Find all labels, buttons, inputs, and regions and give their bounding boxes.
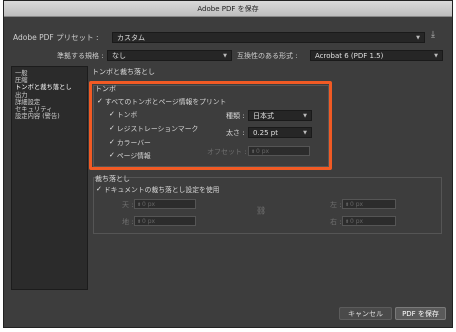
bleed-top-field[interactable]: ⬍0 px <box>134 199 196 209</box>
standard-label: 準拠する規格 : <box>57 52 104 60</box>
compat-row: 互換性のある形式 : <box>237 51 298 61</box>
save-pdf-button[interactable]: PDF を保存 <box>395 307 446 320</box>
bleed-right-row: 右 : <box>330 217 342 227</box>
save-pdf-dialog: Adobe PDF を保存 Adobe PDF プリセット : カスタム ▼ ⤓… <box>3 0 453 328</box>
bleed-right-label: 右 : <box>330 218 342 226</box>
bleed-bottom-field[interactable]: ⬍0 px <box>134 216 196 226</box>
compat-value: Acrobat 6 (PDF 1.5) <box>315 52 384 60</box>
compat-select[interactable]: Acrobat 6 (PDF 1.5) ▼ <box>310 50 443 61</box>
checkmark-icon: ✓ <box>96 185 102 193</box>
bleed-top-value: 0 px <box>142 201 156 208</box>
use-doc-bleed-label: ドキュメントの裁ち落とし設定を使用 <box>103 186 220 194</box>
bleed-top-label: 天 : <box>122 201 134 209</box>
window-title: Adobe PDF を保存 <box>4 1 452 17</box>
bleed-title: 裁ち落とし <box>95 175 130 183</box>
bleed-right-value: 0 px <box>350 218 364 225</box>
chevron-down-icon: ▼ <box>434 53 438 59</box>
preset-select[interactable]: カスタム ▼ <box>112 32 425 43</box>
bleed-bottom-label: 地 : <box>122 218 134 226</box>
use-doc-bleed-checkbox[interactable]: ✓ ドキュメントの裁ち落とし設定を使用 <box>96 184 219 194</box>
compat-label: 互換性のある形式 : <box>237 52 298 60</box>
bleed-bottom-value: 0 px <box>142 218 156 225</box>
preset-row: Adobe PDF プリセット : <box>13 32 99 43</box>
chevron-down-icon: ▼ <box>223 53 227 59</box>
category-list: 一般 圧縮 トンボと裁ち落とし 出力 詳細設定 セキュリティ 設定内容 (警告) <box>11 66 88 290</box>
preset-value: カスタム <box>117 34 145 42</box>
highlight-box <box>89 81 332 170</box>
bleed-left-value: 0 px <box>350 201 364 208</box>
sidebar-item-summary[interactable]: 設定内容 (警告) <box>15 113 84 120</box>
bleed-left-label: 左 : <box>330 201 342 209</box>
bleed-left-field[interactable]: ⬍0 px <box>342 199 396 209</box>
preset-label: Adobe PDF プリセット : <box>13 33 99 42</box>
chevron-down-icon: ▼ <box>416 35 420 41</box>
cancel-button[interactable]: キャンセル <box>339 307 392 320</box>
sidebar-item-marks-bleeds[interactable]: トンボと裁ち落とし <box>15 84 84 91</box>
bleed-bottom-row: 地 : <box>122 217 134 227</box>
sidebar-item-output[interactable]: 出力 <box>15 92 84 99</box>
bleed-top-row: 天 : <box>122 200 134 210</box>
bleed-left-row: 左 : <box>330 200 342 210</box>
bleed-right-field[interactable]: ⬍0 px <box>342 216 396 226</box>
page-title: トンボと裁ち落とし <box>92 68 155 76</box>
link-icon[interactable]: ⛓ <box>256 206 266 215</box>
standard-value: なし <box>112 52 126 60</box>
sidebar-item-advanced[interactable]: 詳細設定 <box>15 99 84 106</box>
standard-select[interactable]: なし ▼ <box>107 50 232 61</box>
save-preset-icon[interactable]: ⤓ <box>431 30 435 40</box>
standard-row: 準拠する規格 : <box>57 51 104 61</box>
